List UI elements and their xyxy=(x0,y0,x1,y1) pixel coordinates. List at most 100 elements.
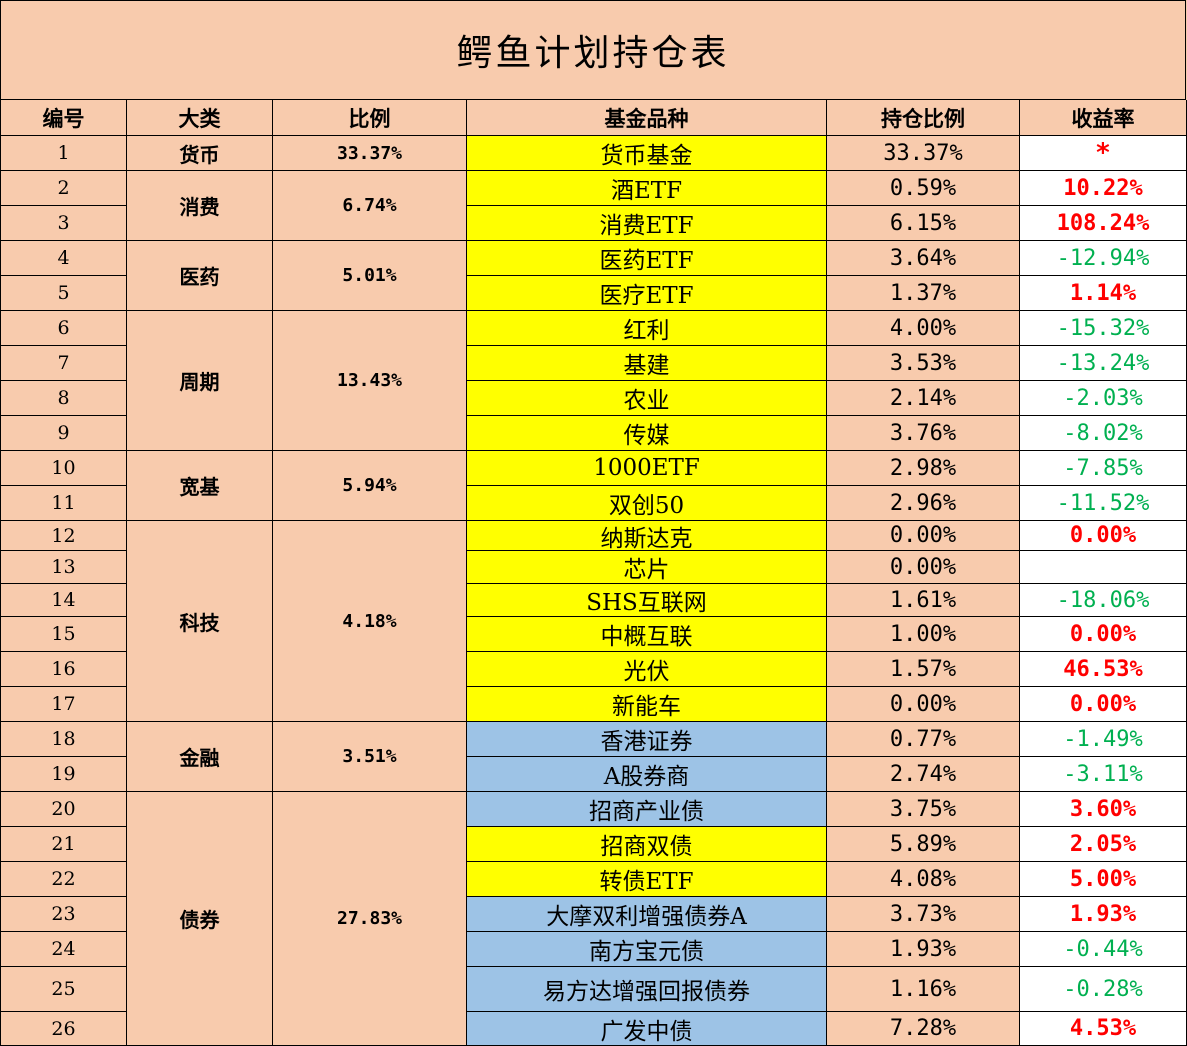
category-cell[interactable]: 货币 xyxy=(127,136,273,171)
return-rate-cell[interactable]: 2.05% xyxy=(1020,827,1187,862)
fund-name-cell[interactable]: 芯片 xyxy=(467,551,827,584)
holding-ratio-cell[interactable]: 2.74% xyxy=(827,757,1020,792)
holding-ratio-cell[interactable]: 1.37% xyxy=(827,276,1020,311)
row-number-cell[interactable]: 15 xyxy=(0,617,127,652)
fund-name-cell[interactable]: 大摩双利增强债券A xyxy=(467,897,827,932)
fund-name-cell[interactable]: SHS互联网 xyxy=(467,584,827,617)
fund-name-cell[interactable]: 传媒 xyxy=(467,416,827,451)
category-cell[interactable]: 金融 xyxy=(127,722,273,792)
fund-name-cell[interactable]: 光伏 xyxy=(467,652,827,687)
fund-name-cell[interactable]: 易方达增强回报债券 xyxy=(467,967,827,1012)
return-rate-cell[interactable]: -13.24% xyxy=(1020,346,1187,381)
category-ratio-cell[interactable]: 6.74% xyxy=(273,171,467,241)
row-number-cell[interactable]: 5 xyxy=(0,276,127,311)
row-number-cell[interactable]: 6 xyxy=(0,311,127,346)
row-number-cell[interactable]: 22 xyxy=(0,862,127,897)
holding-ratio-cell[interactable]: 1.61% xyxy=(827,584,1020,617)
return-rate-cell[interactable]: 0.00% xyxy=(1020,687,1187,722)
row-number-cell[interactable]: 10 xyxy=(0,451,127,486)
row-number-cell[interactable]: 11 xyxy=(0,486,127,521)
row-number-cell[interactable]: 19 xyxy=(0,757,127,792)
return-rate-cell[interactable]: -12.94% xyxy=(1020,241,1187,276)
return-rate-cell[interactable]: -1.49% xyxy=(1020,722,1187,757)
return-rate-cell[interactable]: 5.00% xyxy=(1020,862,1187,897)
fund-name-cell[interactable]: 中概互联 xyxy=(467,617,827,652)
fund-name-cell[interactable]: 转债ETF xyxy=(467,862,827,897)
fund-name-cell[interactable]: 招商产业债 xyxy=(467,792,827,827)
holding-ratio-cell[interactable]: 3.73% xyxy=(827,897,1020,932)
holding-ratio-cell[interactable]: 0.00% xyxy=(827,551,1020,584)
return-rate-cell[interactable]: -8.02% xyxy=(1020,416,1187,451)
holding-ratio-cell[interactable]: 2.98% xyxy=(827,451,1020,486)
row-number-cell[interactable]: 8 xyxy=(0,381,127,416)
return-rate-cell[interactable]: -2.03% xyxy=(1020,381,1187,416)
return-rate-cell[interactable] xyxy=(1020,551,1187,584)
fund-name-cell[interactable]: 医药ETF xyxy=(467,241,827,276)
holding-ratio-cell[interactable]: 1.93% xyxy=(827,932,1020,967)
holding-ratio-cell[interactable]: 6.15% xyxy=(827,206,1020,241)
category-cell[interactable]: 宽基 xyxy=(127,451,273,521)
category-cell[interactable]: 医药 xyxy=(127,241,273,311)
fund-name-cell[interactable]: A股券商 xyxy=(467,757,827,792)
row-number-cell[interactable]: 3 xyxy=(0,206,127,241)
return-rate-cell[interactable]: -15.32% xyxy=(1020,311,1187,346)
category-cell[interactable]: 周期 xyxy=(127,311,273,451)
holding-ratio-cell[interactable]: 1.57% xyxy=(827,652,1020,687)
holding-ratio-cell[interactable]: 2.14% xyxy=(827,381,1020,416)
row-number-cell[interactable]: 18 xyxy=(0,722,127,757)
row-number-cell[interactable]: 24 xyxy=(0,932,127,967)
return-rate-cell[interactable]: -11.52% xyxy=(1020,486,1187,521)
row-number-cell[interactable]: 9 xyxy=(0,416,127,451)
fund-name-cell[interactable]: 双创50 xyxy=(467,486,827,521)
return-rate-cell[interactable]: 46.53% xyxy=(1020,652,1187,687)
row-number-cell[interactable]: 14 xyxy=(0,584,127,617)
fund-name-cell[interactable]: 基建 xyxy=(467,346,827,381)
return-rate-cell[interactable]: 1.93% xyxy=(1020,897,1187,932)
holding-ratio-cell[interactable]: 5.89% xyxy=(827,827,1020,862)
holding-ratio-cell[interactable]: 0.00% xyxy=(827,687,1020,722)
category-cell[interactable]: 消费 xyxy=(127,171,273,241)
holding-ratio-cell[interactable]: 4.00% xyxy=(827,311,1020,346)
return-rate-cell[interactable]: * xyxy=(1020,136,1187,171)
category-ratio-cell[interactable]: 13.43% xyxy=(273,311,467,451)
row-number-cell[interactable]: 7 xyxy=(0,346,127,381)
row-number-cell[interactable]: 23 xyxy=(0,897,127,932)
fund-name-cell[interactable]: 红利 xyxy=(467,311,827,346)
holding-ratio-cell[interactable]: 1.00% xyxy=(827,617,1020,652)
fund-name-cell[interactable]: 南方宝元债 xyxy=(467,932,827,967)
return-rate-cell[interactable]: 1.14% xyxy=(1020,276,1187,311)
fund-name-cell[interactable]: 农业 xyxy=(467,381,827,416)
return-rate-cell[interactable]: -0.28% xyxy=(1020,967,1187,1012)
return-rate-cell[interactable]: -0.44% xyxy=(1020,932,1187,967)
category-ratio-cell[interactable]: 4.18% xyxy=(273,521,467,722)
row-number-cell[interactable]: 12 xyxy=(0,521,127,551)
category-ratio-cell[interactable]: 27.83% xyxy=(273,792,467,1046)
return-rate-cell[interactable]: 0.00% xyxy=(1020,617,1187,652)
fund-name-cell[interactable]: 香港证券 xyxy=(467,722,827,757)
row-number-cell[interactable]: 4 xyxy=(0,241,127,276)
return-rate-cell[interactable]: -7.85% xyxy=(1020,451,1187,486)
fund-name-cell[interactable]: 货币基金 xyxy=(467,136,827,171)
holding-ratio-cell[interactable]: 0.59% xyxy=(827,171,1020,206)
return-rate-cell[interactable]: 0.00% xyxy=(1020,521,1187,551)
category-cell[interactable]: 债券 xyxy=(127,792,273,1046)
fund-name-cell[interactable]: 1000ETF xyxy=(467,451,827,486)
return-rate-cell[interactable]: 108.24% xyxy=(1020,206,1187,241)
row-number-cell[interactable]: 17 xyxy=(0,687,127,722)
return-rate-cell[interactable]: -18.06% xyxy=(1020,584,1187,617)
holding-ratio-cell[interactable]: 3.53% xyxy=(827,346,1020,381)
fund-name-cell[interactable]: 消费ETF xyxy=(467,206,827,241)
fund-name-cell[interactable]: 招商双债 xyxy=(467,827,827,862)
holding-ratio-cell[interactable]: 3.64% xyxy=(827,241,1020,276)
category-ratio-cell[interactable]: 33.37% xyxy=(273,136,467,171)
return-rate-cell[interactable]: -3.11% xyxy=(1020,757,1187,792)
category-ratio-cell[interactable]: 3.51% xyxy=(273,722,467,792)
holding-ratio-cell[interactable]: 7.28% xyxy=(827,1012,1020,1046)
category-ratio-cell[interactable]: 5.94% xyxy=(273,451,467,521)
row-number-cell[interactable]: 13 xyxy=(0,551,127,584)
row-number-cell[interactable]: 1 xyxy=(0,136,127,171)
fund-name-cell[interactable]: 医疗ETF xyxy=(467,276,827,311)
category-cell[interactable]: 科技 xyxy=(127,521,273,722)
category-ratio-cell[interactable]: 5.01% xyxy=(273,241,467,311)
return-rate-cell[interactable]: 4.53% xyxy=(1020,1012,1187,1046)
